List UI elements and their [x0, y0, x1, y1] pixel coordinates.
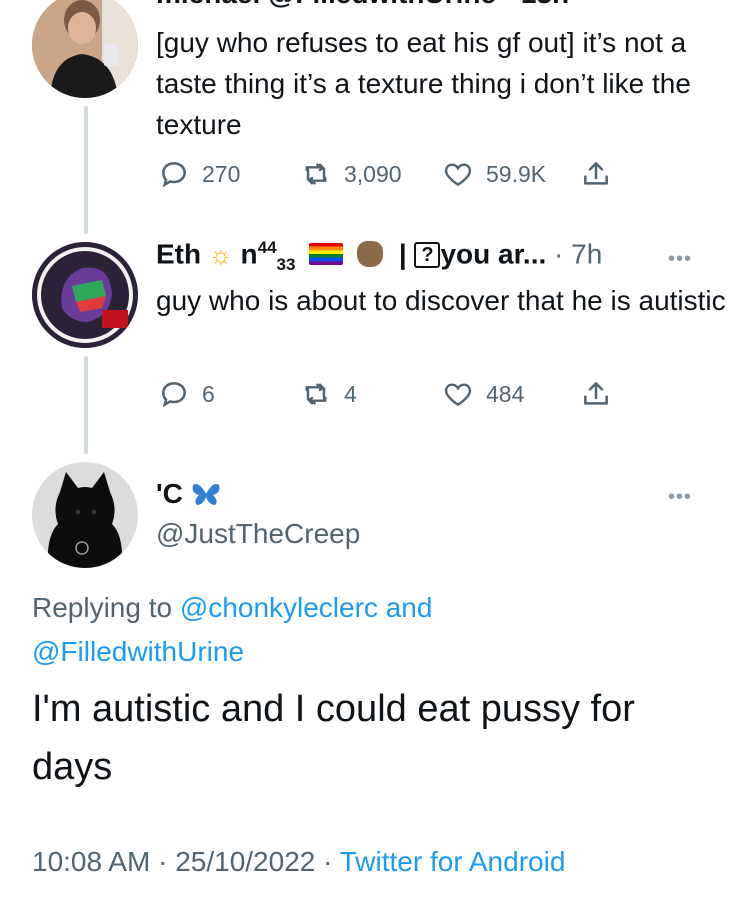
tweet2-sub: 33	[276, 254, 296, 274]
retweet-icon	[305, 163, 327, 185]
avatar-photo-icon	[32, 0, 138, 98]
tweet1-like-button[interactable]: 59.9K	[442, 158, 546, 190]
butterfly-emoji-icon	[192, 484, 220, 505]
tweet1-retweet-count: 3,090	[344, 160, 402, 187]
tweet3-handle[interactable]: @JustTheCreep	[156, 518, 360, 550]
reply-user-link-2[interactable]: @FilledwithUrine	[32, 636, 244, 667]
avatar-eth[interactable]	[32, 242, 138, 348]
avatar-michael[interactable]	[32, 0, 138, 98]
tweet3-name: 'C	[156, 478, 221, 510]
tweet2-reply-count: 6	[202, 380, 215, 407]
reply-user-link-1[interactable]: @chonkyleclerc	[180, 592, 378, 623]
reply-and: and	[377, 592, 433, 623]
tweet3-more-icon[interactable]: •••	[668, 486, 692, 509]
tweet2-name-n: n	[240, 238, 258, 270]
tweet1-reply-count: 270	[202, 160, 241, 187]
sun-emoji-icon: ☼	[208, 239, 233, 270]
tweet2-like-count: 484	[486, 380, 525, 407]
tweet2-more-icon[interactable]: •••	[668, 248, 692, 271]
thread-line-1	[84, 106, 88, 234]
tweet1-reply-button[interactable]: 270	[158, 158, 240, 190]
tweet2-time: · 7h	[554, 238, 603, 270]
heart-icon	[444, 383, 472, 407]
tweet2-share-button[interactable]	[580, 378, 612, 410]
tweet2-retweet-button[interactable]: 4	[300, 378, 357, 410]
tweet2-sup: 44	[257, 238, 277, 257]
rainbow-flag-icon	[309, 243, 344, 266]
tweet2-retweet-count: 4	[344, 380, 357, 407]
tweet2-text: guy who is about to discover that he is …	[156, 285, 726, 316]
avatar-justthecreep[interactable]	[32, 462, 138, 568]
tweet-source-link[interactable]: Twitter for Android	[340, 846, 566, 877]
heart-icon	[444, 163, 472, 187]
tweet-date: 25/10/2022	[175, 846, 316, 877]
avatar-helmet-icon	[32, 242, 138, 348]
tweet3-name-text: 'C	[156, 478, 183, 509]
tweet1-header: michael @FilledwithUrine · 13h	[156, 0, 569, 10]
replying-prefix: Replying to	[32, 592, 180, 623]
avatar-black-cat-icon	[32, 462, 138, 568]
tweet2-name-start: Eth	[156, 238, 202, 270]
share-icon	[584, 382, 608, 405]
tweet1-text: [guy who refuses to eat his gf out] it’s…	[156, 27, 691, 140]
question-box-icon: ?	[414, 242, 441, 269]
owl-emoji-icon	[357, 241, 384, 268]
tweet2-like-button[interactable]: 484	[442, 378, 524, 410]
retweet-icon	[305, 383, 327, 405]
reply-icon	[162, 162, 186, 188]
tweet2-name-end: |	[398, 238, 415, 270]
tweet2-name-tail: you ar...	[440, 238, 547, 270]
tweet1-retweet-button[interactable]: 3,090	[300, 158, 402, 190]
thread-line-2	[84, 356, 88, 454]
tweet2-header: Eth ☼ n4433 | ? you ar... · 7h	[156, 238, 602, 275]
meta-separator-1: ·	[158, 846, 168, 877]
tweet-time: 10:08 AM	[32, 846, 151, 877]
tweet2-reply-button[interactable]: 6	[158, 378, 215, 410]
tweet1-like-count: 59.9K	[486, 160, 547, 187]
replying-to: Replying to @chonkyleclerc and @Filledwi…	[32, 586, 712, 674]
tweet1-share-button[interactable]	[580, 158, 612, 190]
main-tweet-text: I'm autistic and I could eat pussy for d…	[32, 688, 635, 788]
meta-separator-2: ·	[323, 846, 333, 877]
tweet-meta: 10:08 AM · 25/10/2022 · Twitter for Andr…	[32, 846, 565, 878]
tweet1-more-icon[interactable]: •••	[668, 0, 692, 9]
share-icon	[584, 162, 608, 185]
reply-icon	[162, 382, 186, 408]
